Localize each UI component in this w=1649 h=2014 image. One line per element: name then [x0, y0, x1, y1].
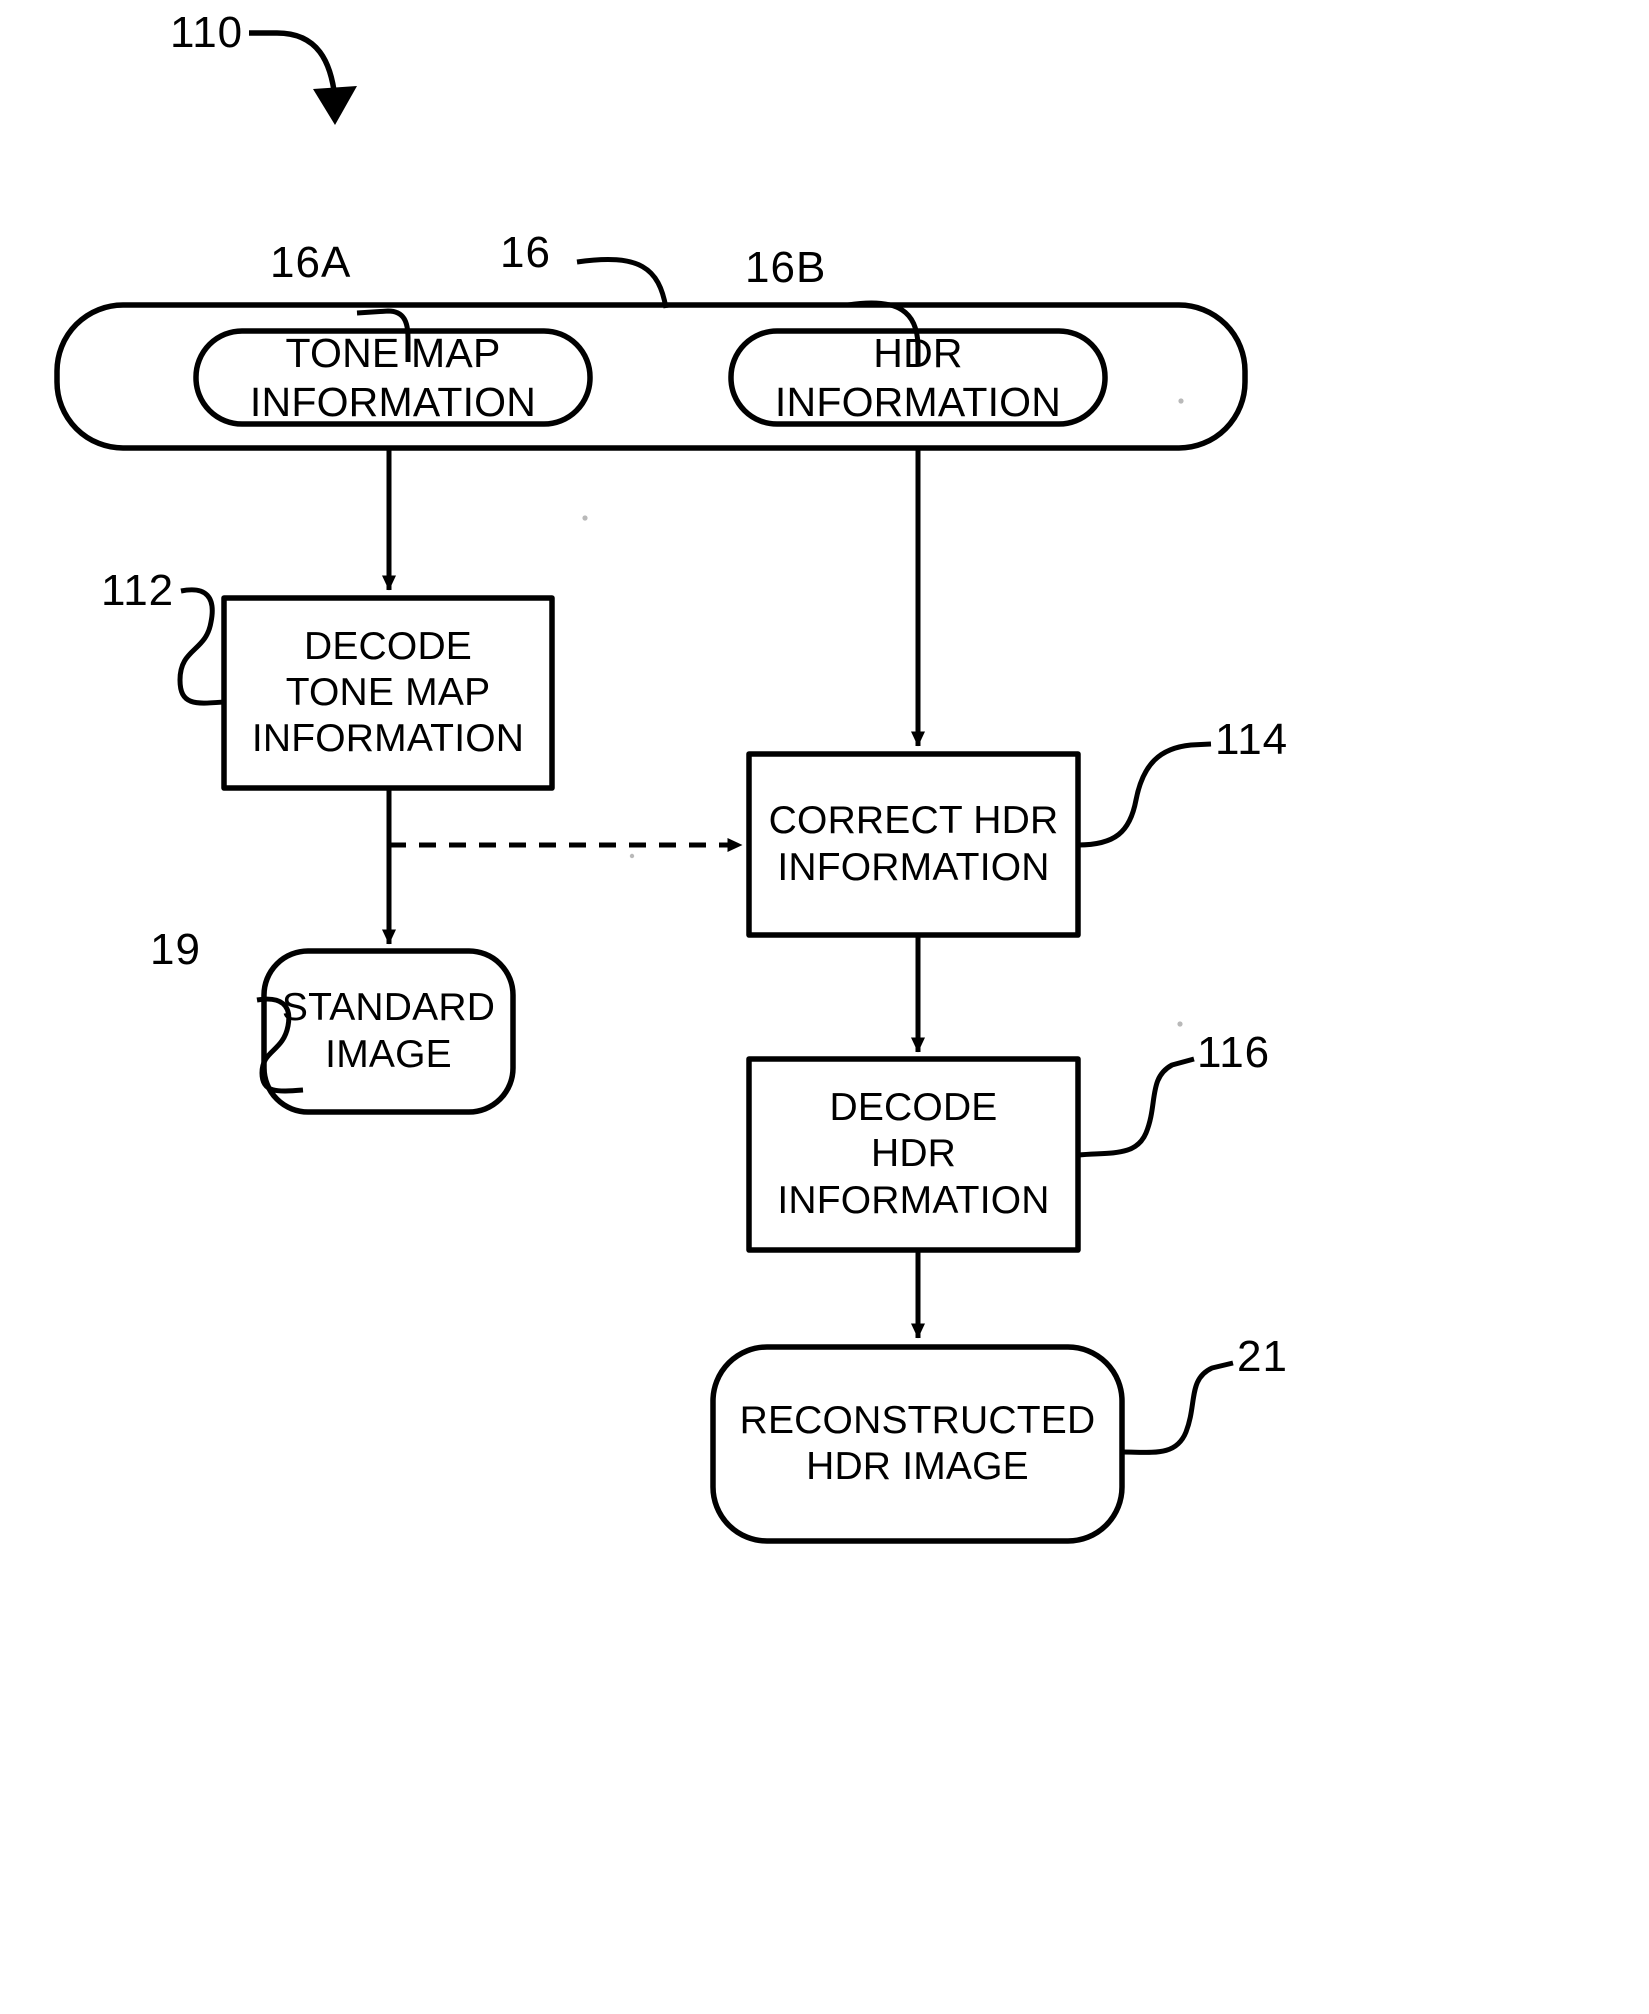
ref-number-110: 110: [170, 8, 244, 57]
figure-vector-layer: [54, 30, 1248, 1544]
node-decode-tone-map-information-line-1: DECODE: [303, 624, 473, 668]
leader-110: [249, 30, 357, 125]
node-standard-image: STANDARD IMAGE: [264, 951, 513, 1112]
node-correct-hdr-information-line-2: INFORMATION: [777, 845, 1050, 889]
node-decode-hdr-information-line-1: DECODE: [829, 1086, 998, 1130]
ref-number-16b: 16B: [745, 243, 827, 292]
patent-figure: 110 16A 16 16B 112 114 19 116 21 TONE MA…: [0, 0, 1649, 2014]
node-correct-hdr-information: CORRECT HDR INFORMATION: [749, 754, 1078, 935]
node-decode-hdr-information-line-2: HDR: [870, 1132, 957, 1176]
node-correct-hdr-information-line-1: CORRECT HDR: [768, 799, 1059, 843]
node-decode-hdr-information-line-3: INFORMATION: [777, 1178, 1050, 1222]
ref-number-16: 16: [500, 228, 551, 277]
leader-21: [1121, 1360, 1234, 1455]
node-decode-tone-map-information-line-3: INFORMATION: [251, 717, 525, 760]
node-reconstructed-hdr-image-line-1: RECONSTRUCTED: [739, 1398, 1096, 1442]
leader-112: [177, 587, 225, 706]
ref-number-116: 116: [1197, 1028, 1271, 1077]
ref-number-16a: 16A: [270, 238, 352, 287]
leader-114: [1077, 741, 1212, 848]
node-hdr-information: HDR INFORMATION: [731, 330, 1105, 425]
ref-number-112: 112: [101, 566, 175, 615]
node-tone-map-information-line-2: INFORMATION: [249, 378, 537, 425]
node-decode-tone-map-information: DECODE TONE MAP INFORMATION: [224, 598, 552, 788]
node-reconstructed-hdr-image: RECONSTRUCTED HDR IMAGE: [713, 1347, 1122, 1541]
node-decode-hdr-information: DECODE HDR INFORMATION: [749, 1059, 1078, 1250]
ref-number-21: 21: [1237, 1332, 1288, 1381]
ref-number-19: 19: [150, 925, 201, 974]
node-tone-map-information-line-1: TONE MAP: [285, 330, 501, 377]
leader-16: [576, 257, 669, 309]
node-standard-image-line-1: STANDARD: [281, 986, 496, 1030]
node-hdr-information-line-2: INFORMATION: [774, 378, 1062, 425]
ref-number-114: 114: [1215, 715, 1289, 764]
leader-116: [1077, 1056, 1195, 1158]
node-reconstructed-hdr-image-line-2: HDR IMAGE: [806, 1445, 1029, 1488]
node-hdr-information-line-1: HDR: [873, 330, 963, 377]
node-decode-tone-map-information-line-2: TONE MAP: [285, 670, 491, 714]
node-tone-map-information: TONE MAP INFORMATION: [196, 330, 590, 425]
node-standard-image-line-2: IMAGE: [325, 1032, 452, 1076]
